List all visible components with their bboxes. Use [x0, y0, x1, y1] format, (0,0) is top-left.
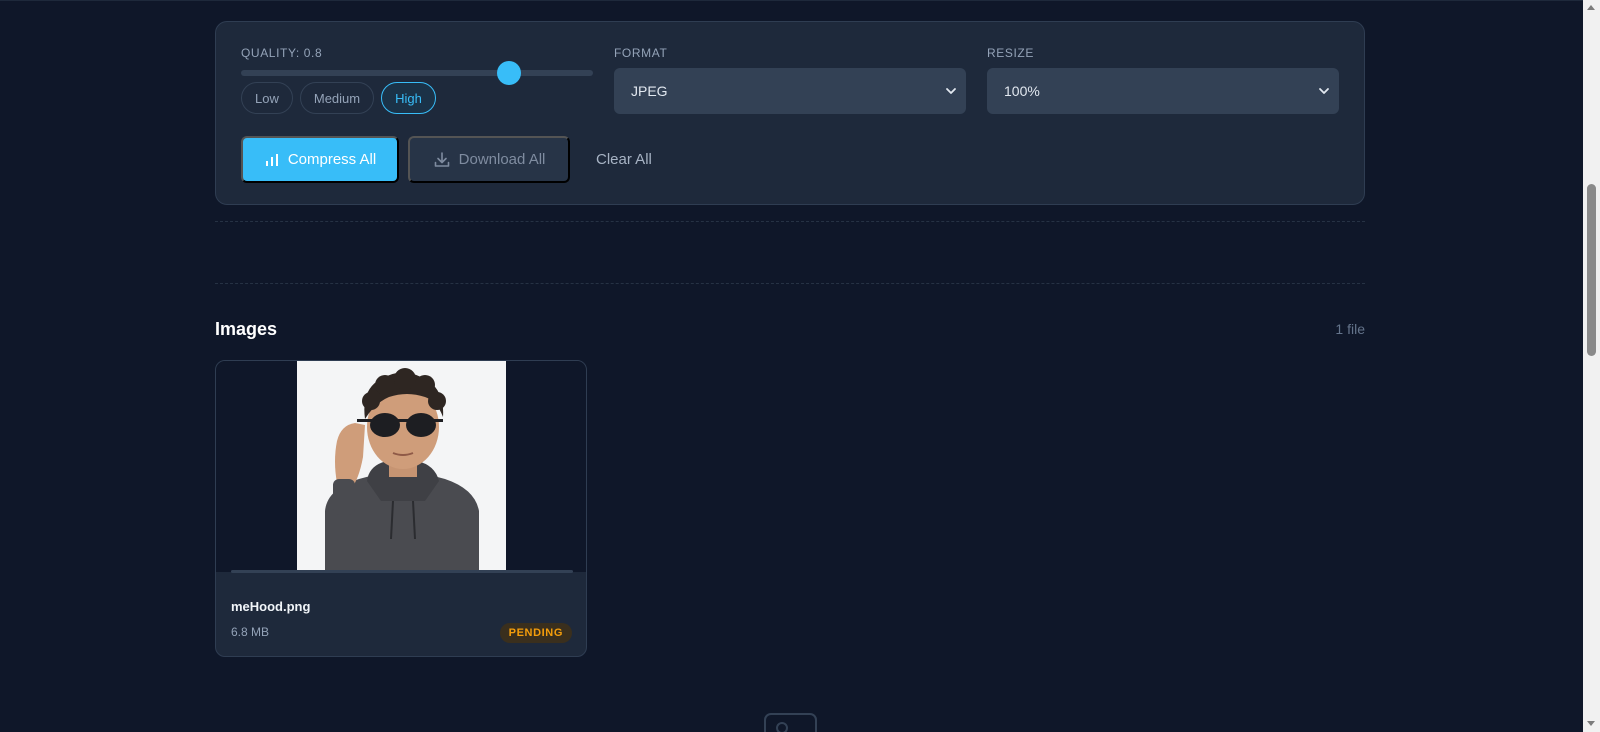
- section-divider: [215, 221, 1365, 222]
- image-preview-area: [216, 361, 586, 572]
- file-count: 1 file: [1335, 321, 1365, 337]
- page-scrollbar[interactable]: [1583, 0, 1600, 732]
- quality-slider-thumb[interactable]: [496, 61, 521, 85]
- scroll-up-arrow-icon[interactable]: [1587, 5, 1595, 10]
- format-select[interactable]: JPEG: [614, 68, 966, 114]
- bar-chart-icon: [265, 153, 278, 166]
- image-thumbnail: [297, 361, 506, 572]
- file-size: 6.8 MB: [231, 625, 270, 639]
- preset-medium-button[interactable]: Medium: [299, 82, 375, 114]
- compress-all-label: Compress All: [287, 151, 377, 168]
- resize-label: RESIZE: [987, 46, 1034, 60]
- images-section-title: Images: [215, 319, 278, 339]
- clear-all-button[interactable]: Clear All: [596, 151, 652, 168]
- file-name: meHood.png: [231, 599, 311, 614]
- scrollbar-thumb[interactable]: [1587, 184, 1596, 356]
- bulk-actions: Compress All Download All Clear All: [241, 136, 652, 183]
- download-all-button[interactable]: Download All: [408, 136, 570, 183]
- quality-slider[interactable]: [241, 61, 593, 85]
- compression-settings-panel: QUALITY: 0.8 Low Medium High FORMAT JPEG…: [215, 21, 1365, 205]
- format-select-value: JPEG: [631, 83, 668, 99]
- compression-progress: [231, 570, 573, 573]
- status-badge: PENDING: [499, 623, 572, 643]
- page-top-border: [0, 0, 1583, 1]
- download-all-label: Download All: [458, 151, 546, 168]
- chevron-down-icon: [1319, 88, 1329, 94]
- download-icon: [434, 151, 449, 167]
- preset-low-button[interactable]: Low: [241, 82, 293, 114]
- section-divider: [215, 283, 1365, 284]
- quality-presets: Low Medium High: [241, 82, 436, 114]
- resize-select[interactable]: 100%: [987, 68, 1339, 114]
- format-label: FORMAT: [614, 46, 668, 60]
- preset-high-button[interactable]: High: [381, 82, 436, 114]
- image-card[interactable]: meHood.png 6.8 MB PENDING: [215, 360, 587, 657]
- compress-all-button[interactable]: Compress All: [241, 136, 399, 183]
- scroll-down-arrow-icon[interactable]: [1587, 721, 1595, 726]
- quality-label: QUALITY: 0.8: [241, 46, 323, 60]
- resize-select-value: 100%: [1004, 83, 1040, 99]
- image-icon: [764, 713, 817, 732]
- chevron-down-icon: [946, 88, 956, 94]
